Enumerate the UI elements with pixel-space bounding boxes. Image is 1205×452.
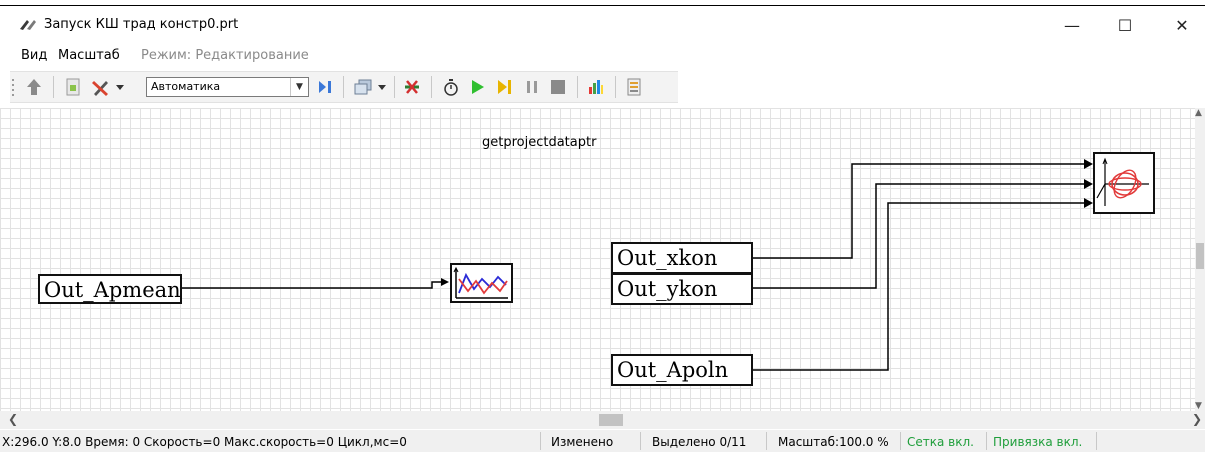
play-icon	[472, 80, 484, 94]
layers-dropdown[interactable]	[376, 76, 388, 98]
mode-select[interactable]: Автоматика ▼	[146, 77, 309, 97]
close-icon: ✕	[1175, 15, 1189, 35]
status-selected: Выделено 0/11	[652, 435, 747, 449]
schema-canvas[interactable]: getprojectdataptr Out_Apmean Out_xkon Ou…	[0, 108, 1195, 411]
script-icon	[66, 78, 80, 96]
script-button[interactable]	[62, 76, 84, 98]
tools-dropdown[interactable]	[114, 76, 126, 98]
phase-plot-block[interactable]	[1093, 152, 1155, 214]
phase-portrait-icon	[1096, 157, 1149, 206]
step-into-button[interactable]	[314, 76, 336, 98]
chart-button[interactable]	[585, 76, 607, 98]
pause-button[interactable]	[521, 76, 543, 98]
bar-chart-icon	[589, 80, 603, 94]
status-snap[interactable]: Привязка вкл.	[993, 435, 1082, 449]
layers-button[interactable]	[352, 76, 374, 98]
run-button[interactable]	[467, 76, 489, 98]
pause-icon	[527, 81, 537, 93]
tools-button[interactable]	[90, 76, 112, 98]
connection-lines	[180, 159, 1093, 371]
stop-button[interactable]	[547, 76, 569, 98]
window-title: Запуск КШ трад констр0.prt	[44, 17, 239, 32]
title-bar: Запуск КШ трад констр0.prt — ☐ ✕	[0, 8, 1205, 42]
step-icon	[498, 80, 511, 94]
menu-bar: Вид Масштаб Режим: Редактирование	[0, 46, 1205, 66]
scroll-down-icon[interactable]: ▼	[1195, 401, 1202, 411]
status-bar: X:296.0 Y:8.0 Время: 0 Скорость=0 Макс.с…	[0, 430, 1205, 452]
vertical-scroll-thumb[interactable]	[1196, 243, 1204, 269]
mode-label: Режим: Редактирование	[141, 48, 309, 63]
remove-links-icon	[405, 80, 419, 94]
line-plot-icon	[453, 266, 508, 299]
minimize-icon: —	[1064, 15, 1080, 35]
status-grid[interactable]: Сетка вкл.	[907, 435, 974, 449]
export-icon	[627, 78, 641, 96]
status-scale: Масштаб:100.0 %	[778, 435, 889, 449]
navigate-up-button[interactable]	[23, 76, 45, 98]
vertical-scrollbar[interactable]: ▲ ▼	[1195, 108, 1205, 411]
mode-select-value: Автоматика	[151, 80, 221, 93]
timer-button[interactable]	[440, 76, 462, 98]
close-button[interactable]: ✕	[1167, 12, 1197, 38]
menu-view[interactable]: Вид	[21, 48, 47, 63]
arrow-up-icon	[27, 79, 41, 95]
dropdown-arrow-icon	[378, 84, 386, 90]
scroll-right-icon[interactable]: ❯	[1192, 412, 1202, 426]
block-out-ykon[interactable]: Out_ykon	[611, 273, 753, 305]
block-out-apoln[interactable]: Out_Apoln	[611, 354, 753, 386]
step-button[interactable]	[494, 76, 516, 98]
status-coords: X:296.0 Y:8.0 Время: 0 Скорость=0 Макс.с…	[2, 435, 407, 449]
maximize-icon: ☐	[1117, 15, 1133, 35]
block-out-apmean[interactable]: Out_Apmean	[38, 274, 182, 304]
chevron-down-icon[interactable]: ▼	[290, 78, 308, 96]
scroll-left-icon[interactable]: ❮	[8, 412, 18, 426]
scroll-up-icon[interactable]: ▲	[1195, 108, 1202, 118]
plot-block[interactable]	[450, 263, 513, 303]
canvas-caption: getprojectdataptr	[482, 135, 597, 150]
menu-scale[interactable]: Масштаб	[58, 48, 120, 63]
minimize-button[interactable]: —	[1057, 12, 1087, 38]
horizontal-scrollbar[interactable]: ❮ ❯	[0, 411, 1205, 429]
block-out-xkon[interactable]: Out_xkon	[611, 242, 753, 274]
cropped-document-text	[0, 0, 1205, 6]
timer-icon	[444, 79, 458, 96]
layers-icon	[354, 79, 372, 95]
maximize-button[interactable]: ☐	[1110, 12, 1140, 38]
toolbar-grip-icon[interactable]	[10, 76, 16, 98]
step-into-icon	[319, 81, 331, 93]
stop-icon	[551, 80, 565, 94]
dropdown-arrow-icon	[116, 84, 124, 90]
export-button[interactable]	[623, 76, 645, 98]
horizontal-scroll-thumb[interactable]	[599, 414, 623, 426]
tools-icon	[92, 81, 108, 96]
remove-links-button[interactable]	[401, 76, 423, 98]
app-icon	[20, 20, 36, 30]
toolbar: Автоматика ▼	[10, 71, 678, 103]
status-modified: Изменено	[551, 435, 614, 449]
